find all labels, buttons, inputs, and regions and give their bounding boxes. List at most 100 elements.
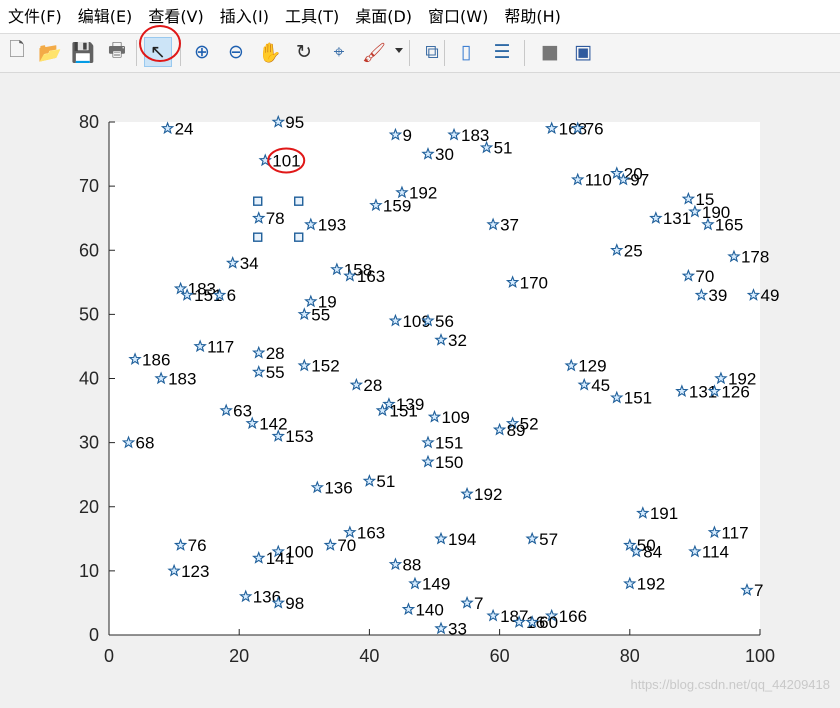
data-point-label: 129: [578, 357, 606, 376]
data-point-label: 136: [324, 479, 352, 498]
y-tick-label: 30: [79, 433, 99, 453]
data-point-label: 33: [448, 620, 467, 639]
data-point-label: 28: [266, 344, 285, 363]
show-plot-tools-button[interactable]: ▣: [569, 37, 597, 67]
data-point-label: 123: [181, 562, 209, 581]
new-figure-icon: 🗋: [9, 39, 25, 61]
pan-hand-icon: ✋: [258, 41, 282, 64]
data-point-label: 76: [585, 119, 604, 138]
data-point-label: 117: [721, 523, 748, 542]
data-point-label: 192: [637, 575, 665, 594]
data-point-label: 170: [520, 273, 548, 292]
data-point-label: 60: [539, 613, 558, 632]
zoom-in-icon: ⊕: [194, 41, 210, 63]
y-tick-label: 0: [89, 625, 99, 645]
selection-handle[interactable]: [253, 196, 263, 206]
data-point-label: 55: [266, 363, 285, 382]
data-point-label: 191: [650, 504, 678, 523]
data-point-label: 7: [474, 594, 483, 613]
y-tick-label: 60: [79, 240, 99, 260]
insert-legend-icon: ☰: [493, 41, 511, 63]
data-point-label: 149: [422, 575, 450, 594]
data-point-label: 97: [630, 171, 649, 190]
x-tick-label: 40: [359, 646, 379, 666]
print-figure-button[interactable]: 🖶: [103, 37, 131, 67]
brush-icon: 🖌: [361, 41, 387, 64]
save-figure-button[interactable]: 💾: [69, 37, 97, 67]
data-point-label: 117: [207, 337, 234, 356]
zoom-out-button[interactable]: ⊖: [222, 37, 250, 67]
data-point-label: 76: [188, 536, 207, 555]
data-point-label: 126: [721, 382, 749, 401]
rotate-3d-icon: ↻: [296, 41, 312, 63]
data-point-label: 51: [376, 472, 395, 491]
toolbar-separator: [444, 40, 445, 66]
data-point-label: 70: [695, 267, 714, 286]
insert-legend-button[interactable]: ☰: [488, 37, 516, 67]
data-point-label: 25: [624, 241, 643, 260]
data-point-label: 153: [285, 427, 313, 446]
y-tick-label: 40: [79, 369, 99, 389]
x-tick-label: 100: [745, 646, 775, 666]
data-point-label: 37: [500, 216, 519, 235]
figure-toolbar: 🗋 📂 💾 🖶 ↖ ⊕ ⊖ ✋ ↻ ⌖ 🖌 ⧉ ▯ ☰ ■ ▣: [0, 34, 840, 73]
hide-plot-tools-button[interactable]: ■: [536, 37, 564, 67]
data-point-label: 150: [435, 453, 463, 472]
data-point-label: 78: [266, 209, 285, 228]
figure-canvas: 0 20 40 60 80 100 0 10 20 30 40 50 60 70 80 24 95 9 183 30 5…: [0, 73, 840, 704]
data-point-label: 178: [741, 248, 769, 267]
data-point-label: 152: [311, 357, 339, 376]
data-point-label: 194: [448, 530, 476, 549]
data-point-label: 89: [507, 421, 526, 440]
selection-handle[interactable]: [294, 232, 304, 242]
data-point-label: 168: [559, 119, 587, 138]
insert-colorbar-button[interactable]: ▯: [452, 37, 480, 67]
selection-handle[interactable]: [253, 232, 263, 242]
data-cursor-icon: ⌖: [333, 41, 345, 63]
data-point-label: 110: [585, 171, 612, 190]
y-tick-label: 20: [79, 497, 99, 517]
data-cursor-button[interactable]: ⌖: [325, 37, 353, 67]
x-tick-label: 20: [229, 646, 249, 666]
data-point-label: 63: [233, 402, 252, 421]
menu-item-5[interactable]: 桌面(D): [347, 0, 420, 33]
data-point-label: 151: [389, 402, 417, 421]
menu-item-1[interactable]: 编辑(E): [70, 0, 141, 33]
zoom-in-button[interactable]: ⊕: [188, 37, 216, 67]
link-plot-icon: ⧉: [425, 41, 439, 63]
data-point-label: 151: [624, 389, 652, 408]
menu-item-4[interactable]: 工具(T): [277, 0, 347, 33]
rotate-3d-button[interactable]: ↻: [290, 37, 318, 67]
data-point-label: 192: [474, 485, 502, 504]
selection-handle[interactable]: [294, 196, 304, 206]
pan-hand-button[interactable]: ✋: [256, 37, 284, 67]
data-point-label: 24: [175, 119, 194, 138]
scatter-plot[interactable]: 0 20 40 60 80 100 0 10 20 30 40 50 60 70 80 24 95 9 183 30 5…: [0, 73, 840, 704]
menu-item-7[interactable]: 帮助(H): [496, 0, 569, 33]
hide-plot-tools-icon: ■: [541, 41, 559, 63]
data-point-label: 114: [702, 543, 729, 562]
data-point-label: 109: [442, 408, 470, 427]
data-point-label: 163: [357, 523, 385, 542]
y-tick-label: 80: [79, 112, 99, 132]
new-figure-button[interactable]: 🗋: [3, 37, 31, 67]
data-point-label: 84: [643, 543, 662, 562]
brush-button[interactable]: 🖌: [360, 37, 388, 67]
data-point-label: 30: [435, 145, 454, 164]
watermark-text: https://blog.csdn.net/qq_44209418: [630, 677, 831, 692]
save-figure-icon: 💾: [71, 41, 95, 64]
print-figure-icon: 🖶: [108, 39, 126, 61]
data-point-label: 95: [285, 113, 304, 132]
brush-dropdown-arrow-icon[interactable]: [395, 48, 403, 53]
link-plot-button[interactable]: ⧉: [418, 37, 446, 67]
data-point-label: 186: [142, 350, 170, 369]
menu-item-6[interactable]: 窗口(W): [420, 0, 496, 33]
data-point-label: 163: [357, 267, 385, 286]
data-point-label: 98: [285, 594, 304, 613]
data-point-label: 165: [715, 216, 743, 235]
open-file-button[interactable]: 📂: [36, 37, 64, 67]
open-file-icon: 📂: [38, 41, 62, 64]
menu-item-3[interactable]: 插入(I): [212, 0, 277, 33]
menu-item-0[interactable]: 文件(F): [0, 0, 70, 33]
data-point-label: 6: [227, 286, 236, 305]
